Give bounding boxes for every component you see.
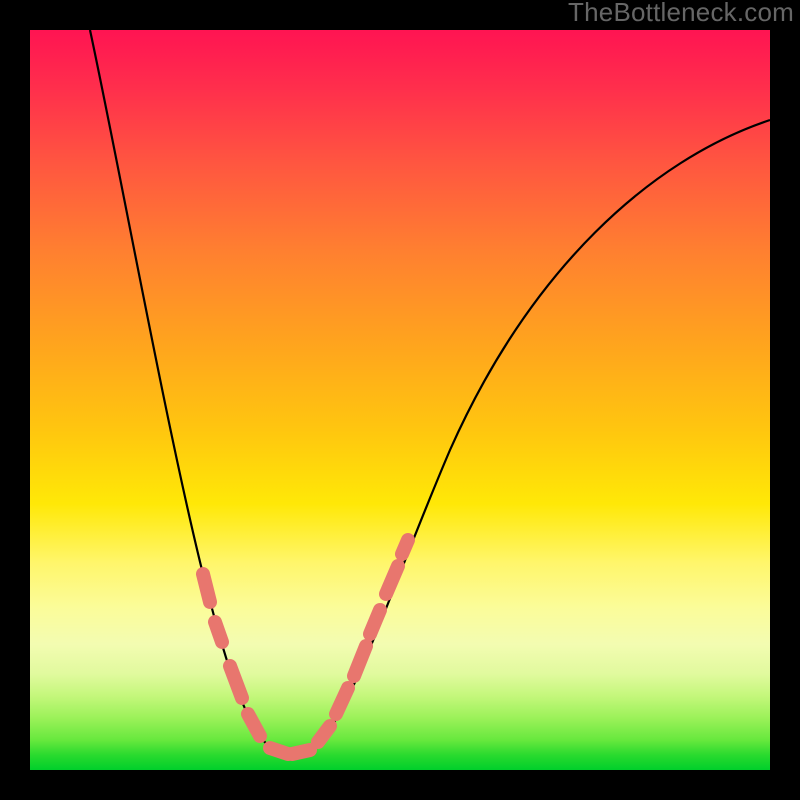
marker-group xyxy=(203,540,408,754)
watermark-text: TheBottleneck.com xyxy=(568,0,794,28)
chart-container: TheBottleneck.com xyxy=(0,0,800,800)
plot-area xyxy=(30,30,770,770)
bottleneck-curve xyxy=(90,30,770,758)
curve-overlay xyxy=(30,30,770,770)
